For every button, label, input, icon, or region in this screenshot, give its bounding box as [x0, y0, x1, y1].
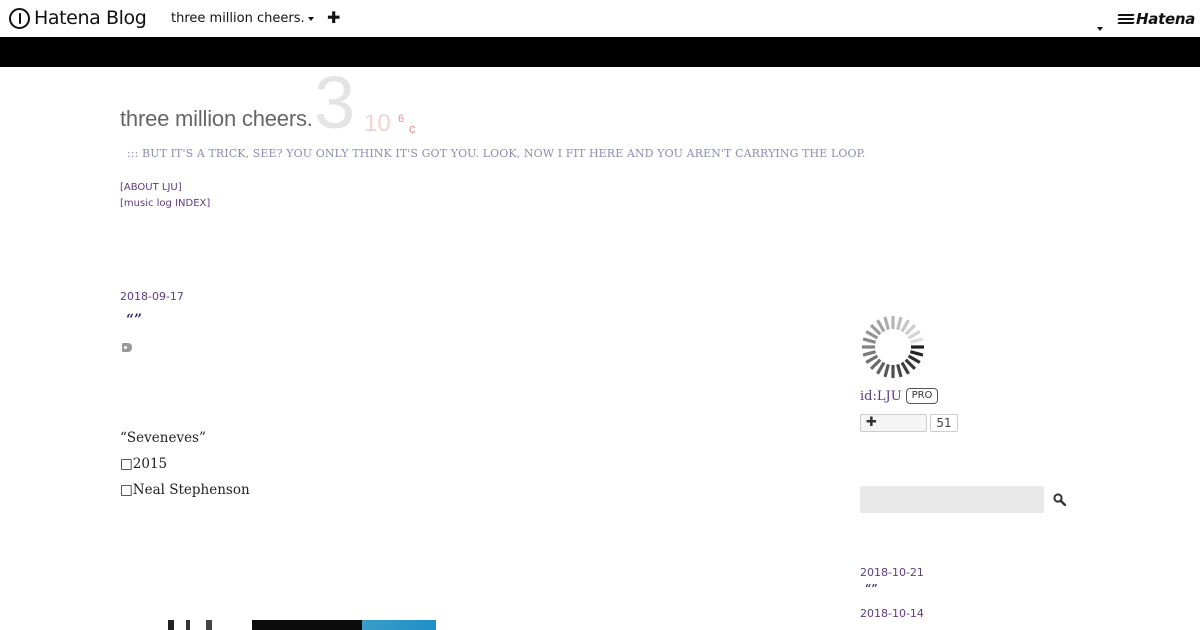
book-cover-image[interactable]: [162, 620, 436, 630]
header-band: [0, 37, 1200, 67]
chevron-down-icon: [307, 16, 314, 21]
profile-id-link[interactable]: id:LJU: [860, 389, 902, 404]
blog-description: ::: BUT IT'S A TRICK, SEE? YOU ONLY THIN…: [127, 147, 866, 160]
header-links: [ABOUT LJU] [music log INDEX]: [120, 180, 210, 212]
entry-title[interactable]: “”: [126, 312, 142, 328]
logo-unit: c: [409, 121, 416, 136]
caret-down-icon: [1097, 27, 1103, 31]
entry-date[interactable]: 2018-09-17: [120, 290, 184, 303]
hatena-blog-logo-icon: [9, 7, 30, 29]
blog-switcher-label: three million cheers.: [171, 11, 305, 26]
recent-entries: 2018-10-21 “” 2018-10-14: [860, 566, 924, 621]
search-input[interactable]: [860, 486, 1044, 513]
new-post-button[interactable]: ✚: [327, 10, 340, 26]
recent-entry-date[interactable]: 2018-10-14: [860, 607, 924, 621]
hatena-mark-icon: [1117, 13, 1135, 25]
search-icon[interactable]: [1053, 493, 1066, 506]
follow-count: 51: [930, 414, 958, 432]
recent-entry-title[interactable]: “”: [860, 580, 924, 597]
plus-icon: ✚: [866, 415, 877, 430]
blog-title[interactable]: three million cheers.: [120, 106, 313, 132]
profile-loading-spinner-icon: [862, 316, 924, 378]
music-log-index-link[interactable]: [music log INDEX]: [120, 196, 210, 212]
user-menu-button[interactable]: [1094, 16, 1103, 35]
entry-line-author: □Neal Stephenson: [120, 482, 250, 498]
brand-name: Hatena Blog: [34, 7, 147, 29]
recent-entry-date[interactable]: 2018-10-21: [860, 566, 924, 580]
hatena-label: Hatena: [1136, 10, 1196, 28]
global-header: Hatena Blog three million cheers. ✚ Hate…: [0, 0, 1200, 37]
pro-badge: PRO: [906, 388, 938, 404]
about-link[interactable]: [ABOUT LJU]: [120, 180, 210, 196]
tag-icon: [122, 343, 132, 352]
hatena-blog-logo[interactable]: Hatena Blog: [9, 6, 147, 30]
entry-line-year: □2015: [120, 456, 168, 472]
follow-button[interactable]: ✚: [860, 414, 927, 432]
hatena-link[interactable]: Hatena: [1117, 10, 1196, 28]
entry-body: “Seveneves” □2015 □Neal Stephenson: [120, 429, 250, 507]
logo-big-3: 3: [314, 61, 356, 144]
entry-line-title: “Seveneves”: [120, 430, 206, 446]
logo-exponent: 6: [398, 113, 405, 125]
blog-switcher[interactable]: three million cheers.: [171, 11, 314, 26]
logo-ten: 10: [364, 110, 391, 137]
